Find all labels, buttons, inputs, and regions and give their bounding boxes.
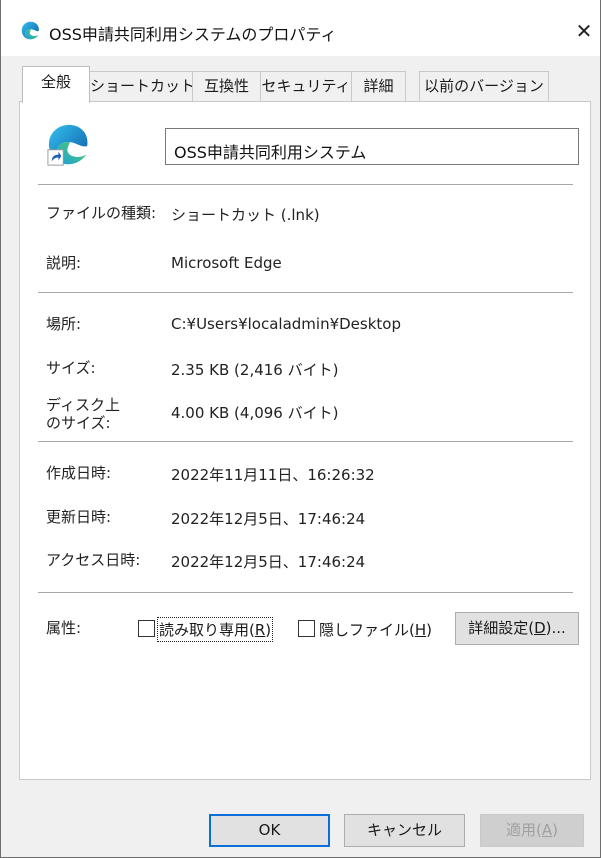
apply-close: ) [552,821,558,839]
accessed-value: 2022年12月5日、17:46:24 [171,553,366,571]
separator [38,184,573,185]
filetype-value: ショートカット (.lnk) [171,206,320,224]
tab-label: ショートカット [90,77,196,95]
separator [38,592,573,593]
hidden-close: ) [426,621,432,639]
advanced-attributes-button[interactable]: 詳細設定(D)... [455,612,579,645]
hidden-checkbox-label[interactable]: 隠しファイル(H) [319,619,432,640]
separator [38,292,573,293]
location-value: C:¥Users¥localadmin¥Desktop [171,315,401,333]
edge-icon [21,21,39,40]
tab-details[interactable]: 詳細 [351,71,406,101]
properties-dialog: OSS申請共同利用システムのプロパティ ✕ 全般 ショートカット 互換性 セキュ… [0,0,601,858]
hidden-mnemonic: H [414,621,427,639]
hidden-text: 隠しファイル( [319,621,415,639]
ok-label: OK [258,821,281,839]
tab-previous-versions[interactable]: 以前のバージョン [419,71,549,101]
tab-label: 詳細 [363,77,394,95]
tab-compatibility[interactable]: 互換性 [192,71,261,101]
readonly-checkbox-label[interactable]: 読み取り専用(R) [156,617,274,642]
attributes-label: 属性: [46,619,82,637]
advanced-mnemonic: D [534,619,546,637]
tab-label: 互換性 [203,77,249,95]
location-label: 場所: [46,315,82,333]
size-on-disk-label-line1: ディスク上 [46,396,120,414]
tab-label: 全般 [40,73,71,91]
ok-button[interactable]: OK [209,814,330,847]
size-on-disk-label-line2: のサイズ: [46,414,111,432]
filetype-label: ファイルの種類: [46,204,157,222]
title-bar[interactable]: OSS申請共同利用システムのプロパティ ✕ [1,0,600,56]
created-label: 作成日時: [46,464,112,482]
size-label: サイズ: [46,359,96,377]
cancel-button[interactable]: キャンセル [344,814,465,847]
readonly-text: 読み取り専用( [159,621,255,639]
tab-label: セキュリティ [261,77,351,95]
apply-text: 適用( [506,821,542,839]
advanced-close: )... [545,619,566,637]
size-value: 2.35 KB (2,416 バイト) [171,361,339,379]
description-value: Microsoft Edge [171,254,282,272]
tab-label: 以前のバージョン [424,77,544,95]
apply-mnemonic: A [541,821,553,839]
size-on-disk-value: 4.00 KB (4,096 バイト) [171,404,339,422]
advanced-text: 詳細設定( [468,619,535,637]
hidden-checkbox[interactable] [298,620,315,637]
apply-button[interactable]: 適用(A) [480,814,584,847]
tab-general[interactable]: 全般 [22,66,90,103]
readonly-checkbox[interactable] [138,620,155,637]
accessed-label: アクセス日時: [46,551,141,569]
close-icon: ✕ [575,19,593,43]
separator [38,441,573,442]
modified-value: 2022年12月5日、17:46:24 [171,510,366,528]
tab-shortcut[interactable]: ショートカット [89,71,196,101]
tab-security[interactable]: セキュリティ [260,71,352,101]
microsoft-edge-shortcut-icon [47,124,88,166]
close-button[interactable]: ✕ [569,16,599,46]
created-value: 2022年11月11日、16:26:32 [171,466,375,484]
window-title: OSS申請共同利用システムのプロパティ [49,25,337,44]
readonly-mnemonic: R [254,621,266,639]
modified-label: 更新日時: [46,508,112,526]
shortcut-name-field[interactable] [165,128,579,165]
size-on-disk-label: ディスク上 のサイズ: [46,396,120,432]
readonly-close: ) [265,621,272,639]
cancel-label: キャンセル [366,821,442,839]
description-label: 説明: [46,254,82,272]
